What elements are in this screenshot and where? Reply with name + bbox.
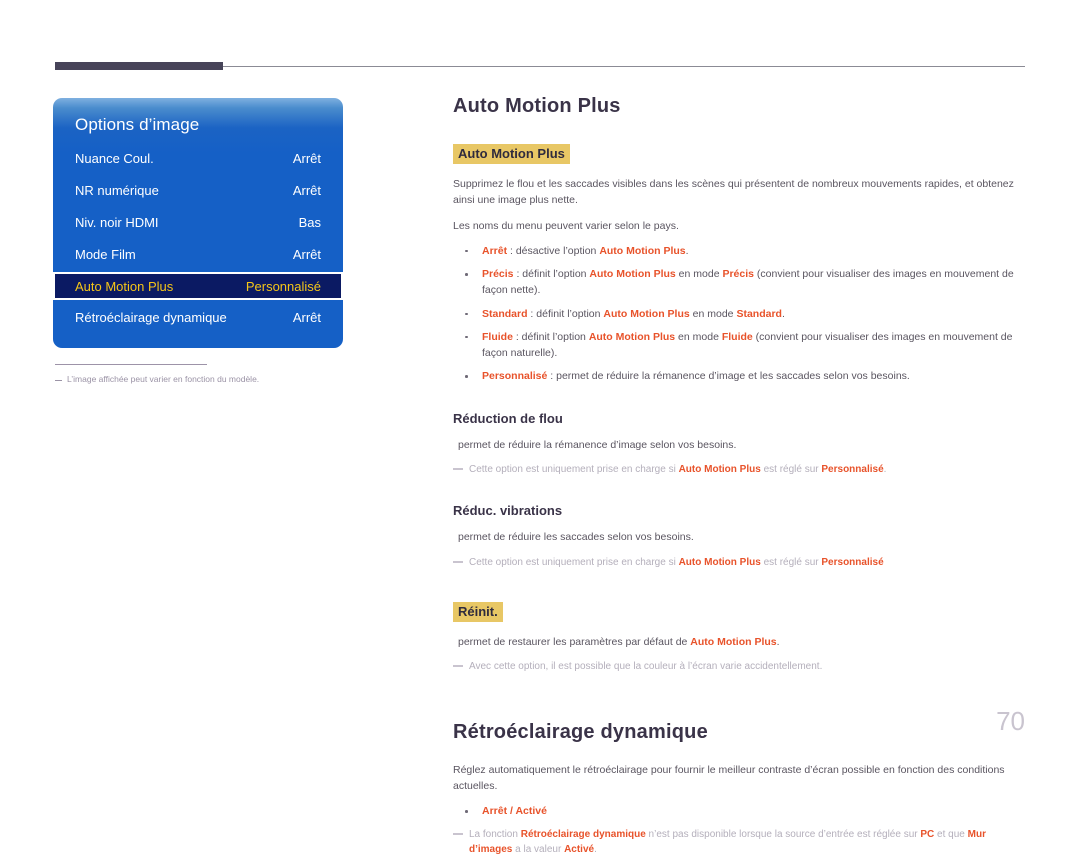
note-text: Avec cette option, il est possible que l… xyxy=(469,661,823,673)
option-emph: Auto Motion Plus xyxy=(588,330,676,343)
osd-row-value: Arrêt xyxy=(292,150,321,166)
option-text: : définit l’option xyxy=(512,330,589,343)
note-emph: Personnalisé xyxy=(821,463,884,475)
note-text: . xyxy=(883,463,887,475)
reduction-de-flou-text: permet de réduire la rémanence d’image s… xyxy=(458,438,737,451)
reduction-de-flou-note: Cette option est uniquement prise en cha… xyxy=(453,462,1025,478)
osd-row-nuance-coul[interactable]: Nuance Coul. Arrêt xyxy=(53,143,343,173)
osd-illustration-column: Options d’image Nuance Coul. Arrêt NR nu… xyxy=(53,98,343,385)
note-text: et que xyxy=(934,828,968,840)
option-text: : définit l’option xyxy=(513,268,590,281)
note-text: a la valeur xyxy=(512,844,565,856)
osd-row-label: Auto Motion Plus xyxy=(75,278,174,294)
option-term: Personnalisé xyxy=(482,370,548,383)
option-text: : permet de réduire la rémanence d’image… xyxy=(547,370,910,383)
option-emph: Standard xyxy=(736,307,782,320)
retroeclairage-intro: Réglez automatiquement le rétroéclairage… xyxy=(453,763,1005,793)
option-text: en mode xyxy=(689,307,737,320)
osd-panel: Options d’image Nuance Coul. Arrêt NR nu… xyxy=(53,98,343,348)
osd-footnote: L’image affichée peut varier en fonction… xyxy=(55,374,343,385)
osd-row-label: NR numérique xyxy=(75,182,159,198)
osd-footnote-text: L’image affichée peut varier en fonction… xyxy=(67,374,260,384)
reinit-emph: Auto Motion Plus xyxy=(690,636,777,649)
osd-row-label: Rétroéclairage dynamique xyxy=(75,309,227,325)
page-title-auto-motion-plus: Auto Motion Plus xyxy=(453,95,621,117)
osd-row-value: Bas xyxy=(298,214,321,230)
option-text: en mode xyxy=(675,330,722,343)
reinit-text-part: permet de restaurer les paramètres par d… xyxy=(458,636,691,649)
page-number: 70 xyxy=(996,706,1025,736)
reinit-text-part: . xyxy=(776,636,780,649)
osd-row-mode-film[interactable]: Mode Film Arrêt xyxy=(53,239,343,269)
list-item: Personnalisé : permet de réduire la réma… xyxy=(453,368,1025,384)
reinit-text: permet de restaurer les paramètres par d… xyxy=(453,634,1025,650)
option-term: Arrêt xyxy=(482,244,508,257)
subheading-reduc-vibrations: Réduc. vibrations xyxy=(453,503,563,519)
header-rule-accent xyxy=(55,62,223,70)
option-emph: Auto Motion Plus xyxy=(603,307,690,320)
subheading-reduction-de-flou: Réduction de flou xyxy=(453,410,563,426)
auto-motion-plus-intro: Supprimez le flou et les saccades visibl… xyxy=(453,178,1014,207)
option-emph: Fluide xyxy=(721,330,753,343)
note-text: Cette option est uniquement prise en cha… xyxy=(469,556,679,568)
option-emph: Auto Motion Plus xyxy=(599,244,686,257)
footnote-rule xyxy=(55,364,207,365)
note-emph: Activé xyxy=(564,844,595,856)
list-item: Précis : définit l’option Auto Motion Pl… xyxy=(453,266,1025,299)
highlight-heading-auto-motion-plus: Auto Motion Plus xyxy=(453,144,570,164)
osd-row-niv-noir-hdmi[interactable]: Niv. noir HDMI Bas xyxy=(53,207,343,237)
option-term: Fluide xyxy=(482,330,513,343)
note-emph: PC xyxy=(920,828,935,840)
highlight-heading-reinit: Réinit. xyxy=(453,602,503,623)
note-emph: Personnalisé xyxy=(821,556,884,568)
note-text: est réglé sur xyxy=(760,556,822,568)
note-text: . xyxy=(594,844,597,856)
document-body-column: Auto Motion Plus Auto Motion Plus Suppri… xyxy=(453,95,1025,864)
list-item: Standard : définit l’option Auto Motion … xyxy=(453,306,1025,322)
osd-row-value: Arrêt xyxy=(292,309,321,325)
osd-row-retroeclairage-dynamique[interactable]: Rétroéclairage dynamique Arrêt xyxy=(53,302,343,332)
auto-motion-plus-option-list: Arrêt : désactive l’option Auto Motion P… xyxy=(453,243,1025,385)
osd-row-nr-numerique[interactable]: NR numérique Arrêt xyxy=(53,175,343,205)
reduc-vibrations-note: Cette option est uniquement prise en cha… xyxy=(453,555,1025,571)
note-emph: Rétroéclairage dynamique xyxy=(520,828,646,840)
footnote-dash-icon xyxy=(55,380,62,381)
note-emph: Auto Motion Plus xyxy=(678,463,761,475)
osd-row-label: Mode Film xyxy=(75,246,136,262)
osd-row-value: Arrêt xyxy=(292,246,321,262)
osd-row-value: Arrêt xyxy=(292,182,321,198)
osd-row-auto-motion-plus[interactable]: Auto Motion Plus Personnalisé xyxy=(53,272,343,300)
list-item: Fluide : définit l’option Auto Motion Pl… xyxy=(453,329,1025,362)
note-text: La fonction xyxy=(469,828,521,840)
option-term: Précis xyxy=(482,268,514,281)
reinit-note: Avec cette option, il est possible que l… xyxy=(453,659,1025,675)
retroeclairage-note: La fonction Rétroéclairage dynamique n’e… xyxy=(453,827,1025,858)
reduc-vibrations-text: permet de réduire les saccades selon vos… xyxy=(458,531,694,544)
osd-panel-title: Options d’image xyxy=(75,115,200,134)
option-emph: Précis xyxy=(722,268,754,281)
retroeclairage-option-list: Arrêt / Activé xyxy=(453,803,1025,819)
option-text: . xyxy=(781,307,785,320)
option-term: Arrêt / Activé xyxy=(482,805,547,818)
note-text: Cette option est uniquement prise en cha… xyxy=(469,463,679,475)
option-emph: Auto Motion Plus xyxy=(589,268,676,281)
osd-row-value: Personnalisé xyxy=(245,278,321,294)
note-text: n’est pas disponible lorsque la source d… xyxy=(645,828,921,840)
note-text: est réglé sur xyxy=(760,463,822,475)
option-text: : définit l’option xyxy=(527,307,604,320)
page-title-retroeclairage-dynamique: Rétroéclairage dynamique xyxy=(453,720,708,743)
option-text: en mode xyxy=(675,268,723,281)
auto-motion-plus-intro-2: Les noms du menu peuvent varier selon le… xyxy=(453,219,679,232)
osd-row-label: Niv. noir HDMI xyxy=(75,214,159,230)
option-text: . xyxy=(685,244,689,257)
list-item: Arrêt : désactive l’option Auto Motion P… xyxy=(453,243,1025,259)
list-item: Arrêt / Activé xyxy=(453,803,1025,819)
note-emph: Auto Motion Plus xyxy=(678,556,761,568)
option-term: Standard xyxy=(482,307,528,320)
osd-row-label: Nuance Coul. xyxy=(75,150,154,166)
option-text: : désactive l’option xyxy=(507,244,600,257)
